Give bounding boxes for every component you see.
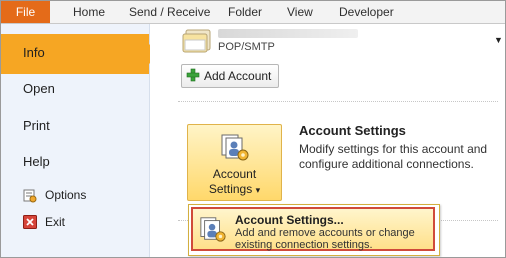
- green-plus-icon: [186, 68, 200, 82]
- account-settings-button-line2: Settings ▾: [208, 182, 261, 196]
- nav-item-print[interactable]: Print: [23, 118, 50, 133]
- backstage-nav: Info Open Print Help Options Exit: [1, 24, 159, 257]
- outlook-backstage-window: File Home Send / Receive Folder View Dev…: [0, 0, 506, 258]
- options-icon: [23, 189, 37, 203]
- tab-home[interactable]: Home: [73, 1, 105, 23]
- account-settings-description: Modify settings for this account and con…: [299, 142, 488, 171]
- dropdown-caret-icon[interactable]: ▼: [494, 35, 503, 45]
- nav-item-exit[interactable]: Exit: [45, 215, 65, 229]
- tab-file[interactable]: File: [1, 1, 50, 23]
- account-settings-button[interactable]: Account Settings ▾: [187, 124, 282, 201]
- menu-item-description: Add and remove accounts or change existi…: [235, 227, 415, 251]
- account-settings-icon: [221, 134, 249, 161]
- account-email-redacted: [218, 29, 358, 38]
- tab-view[interactable]: View: [287, 1, 313, 23]
- tab-send-receive[interactable]: Send / Receive: [129, 1, 210, 23]
- menu-item-title: Account Settings...: [235, 213, 344, 227]
- exit-icon: [23, 215, 37, 229]
- nav-item-options[interactable]: Options: [45, 188, 86, 202]
- account-settings-button-line1: Account: [212, 167, 257, 181]
- folder-icon: [182, 29, 211, 53]
- account-settings-menu-icon: [200, 217, 226, 242]
- ribbon-tab-bar: File Home Send / Receive Folder View Dev…: [1, 1, 505, 24]
- section-divider: [178, 101, 498, 102]
- nav-item-help[interactable]: Help: [23, 154, 50, 169]
- nav-item-info-label: Info: [23, 45, 45, 60]
- account-selector[interactable]: POP/SMTP ▼: [182, 26, 503, 56]
- tab-developer[interactable]: Developer: [339, 1, 394, 23]
- tab-folder[interactable]: Folder: [228, 1, 262, 23]
- add-account-button[interactable]: Add Account: [181, 64, 279, 88]
- add-account-label: Add Account: [204, 69, 272, 83]
- account-type-label: POP/SMTP: [218, 41, 275, 53]
- nav-item-open[interactable]: Open: [23, 81, 55, 96]
- menu-item-account-settings[interactable]: Account Settings... Add and remove accou…: [191, 207, 435, 251]
- account-settings-dropdown: Account Settings... Add and remove accou…: [188, 204, 440, 256]
- nav-item-info[interactable]: Info: [1, 34, 159, 74]
- account-settings-heading: Account Settings: [299, 123, 406, 138]
